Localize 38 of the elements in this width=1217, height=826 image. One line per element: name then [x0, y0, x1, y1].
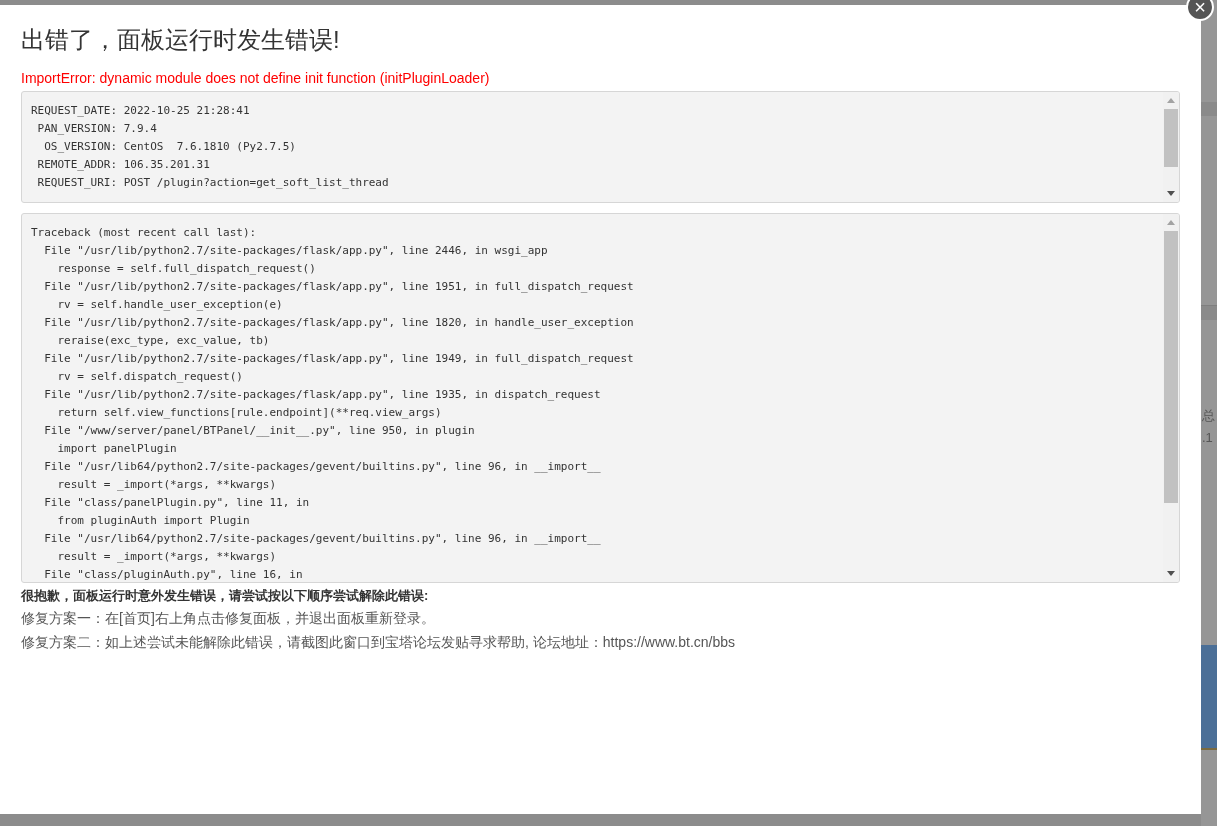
code-line: File "/usr/lib/python2.7/site-packages/flask/app.py", line 2446, in wsgi_app [43, 243, 548, 259]
scroll-up-icon[interactable] [1167, 220, 1175, 225]
code-line: File "/usr/lib/python2.7/site-packages/flask/app.py", line 1951, in full_dispatch_request [43, 279, 634, 295]
code-line: File "/usr/lib/python2.7/site-packages/flask/app.py", line 1935, in dispatch_request [43, 387, 601, 403]
code-line: REQUEST_URI: POST /plugin?action=get_soft_list_thread [36, 175, 389, 191]
code-line: rv = self.dispatch_request() [56, 369, 243, 385]
code-line: REQUEST_DATE: 2022-10-25 21:28:41 [31, 103, 250, 119]
dialog-title: 出错了，面板运行时发生错误! [21, 25, 341, 55]
scrollbar-thumb[interactable] [1164, 231, 1178, 503]
error-message: ImportError: dynamic module does not define init function (initPluginLoader) [21, 69, 491, 87]
scroll-down-icon[interactable] [1167, 191, 1175, 196]
code-line: File "/usr/lib64/python2.7/site-packages/gevent/builtins.py", line 96, in __import__ [43, 531, 601, 547]
backdrop-label: 总 [1202, 407, 1215, 425]
code-line: File "class/pluginAuth.py", line 16, in [43, 567, 303, 582]
code-line: from pluginAuth import Plugin [56, 513, 250, 529]
code-line: File "/www/server/panel/BTPanel/__init__.py", line 950, in plugin [43, 423, 475, 439]
fix-suggestion: 修复方案一：在[首页]右上角点击修复面板，并退出面板重新登录。 [21, 609, 436, 627]
code-line: File "class/panelPlugin.py", line 11, in [43, 495, 310, 511]
scrollbar-thumb[interactable] [1164, 109, 1178, 167]
code-line: return self.view_functions[rule.endpoint](**req.view_args) [56, 405, 442, 421]
code-line: import panelPlugin [56, 441, 177, 457]
code-line: File "/usr/lib/python2.7/site-packages/flask/app.py", line 1820, in handle_user_exception [43, 315, 634, 331]
code-line: rv = self.handle_user_exception(e) [56, 297, 283, 313]
scroll-down-icon[interactable] [1167, 571, 1175, 576]
code-line: REMOTE_ADDR: 106.35.201.31 [36, 157, 210, 173]
code-line: result = _import(*args, **kwargs) [56, 549, 277, 565]
help-heading: 很抱歉，面板运行时意外发生错误，请尝试按以下顺序尝试解除此错误: [21, 587, 430, 605]
code-line: File "/usr/lib64/python2.7/site-packages/gevent/builtins.py", line 96, in __import__ [43, 459, 601, 475]
code-line: reraise(exc_type, exc_value, tb) [56, 333, 270, 349]
scroll-up-icon[interactable] [1167, 98, 1175, 103]
code-line: OS_VERSION: CentOS 7.6.1810 (Py2.7.5) [43, 139, 296, 155]
code-line: result = _import(*args, **kwargs) [56, 477, 277, 493]
code-line: Traceback (most recent call last): [31, 225, 257, 241]
code-line: response = self.full_dispatch_request() [56, 261, 316, 277]
code-line: PAN_VERSION: 7.9.4 [36, 121, 157, 137]
fix-suggestion: 修复方案二：如上述尝试未能解除此错误，请截图此窗口到宝塔论坛发贴寻求帮助, 论坛地址：https://www.bt.cn/bbs [21, 633, 737, 651]
backdrop-label: .1 [1202, 429, 1214, 447]
code-line: File "/usr/lib/python2.7/site-packages/flask/app.py", line 1949, in full_dispatch_request [43, 351, 634, 367]
